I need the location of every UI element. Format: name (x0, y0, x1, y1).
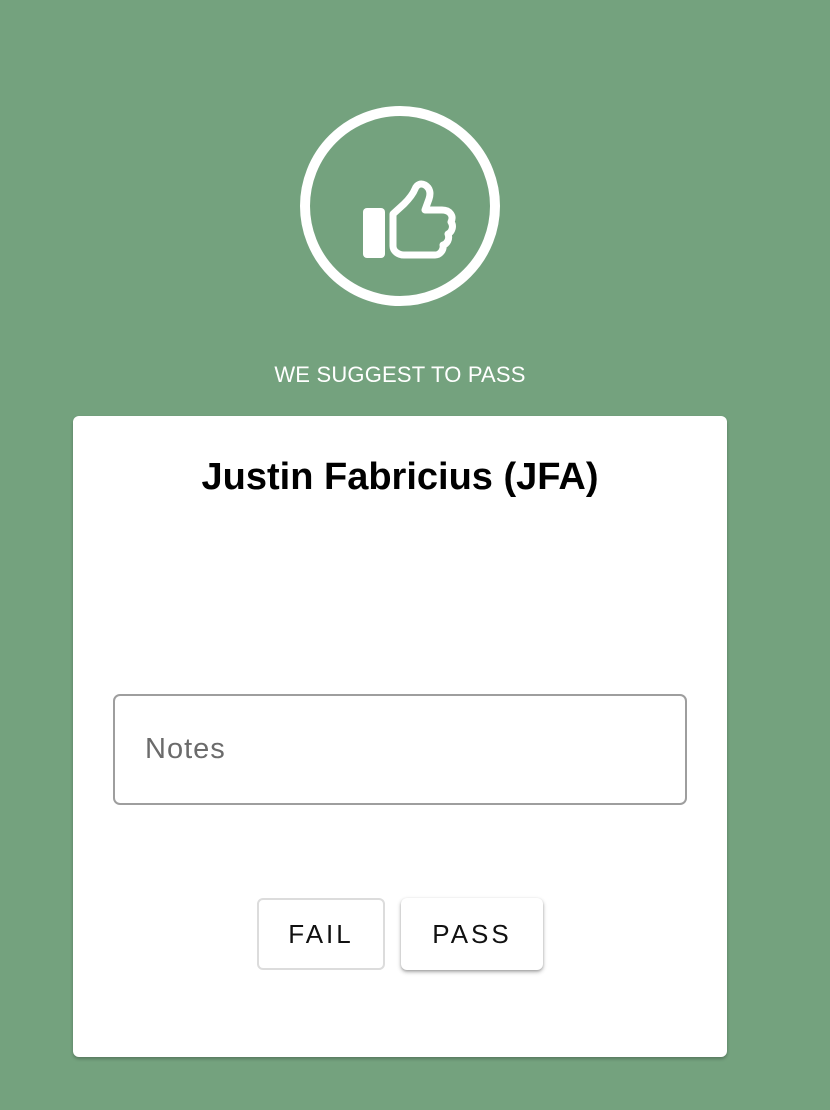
fail-button[interactable]: FAIL (257, 898, 385, 970)
notes-field[interactable] (113, 694, 687, 805)
notes-input[interactable] (115, 696, 685, 803)
review-card: Justin Fabricius (JFA) FAIL PASS (73, 416, 727, 1057)
status-icon-ring (300, 106, 500, 306)
pass-button[interactable]: PASS (401, 898, 543, 970)
thumbs-up-icon (363, 180, 456, 259)
suggestion-text: WE SUGGEST TO PASS (274, 362, 526, 387)
person-name: Justin Fabricius (JFA) (201, 456, 599, 498)
